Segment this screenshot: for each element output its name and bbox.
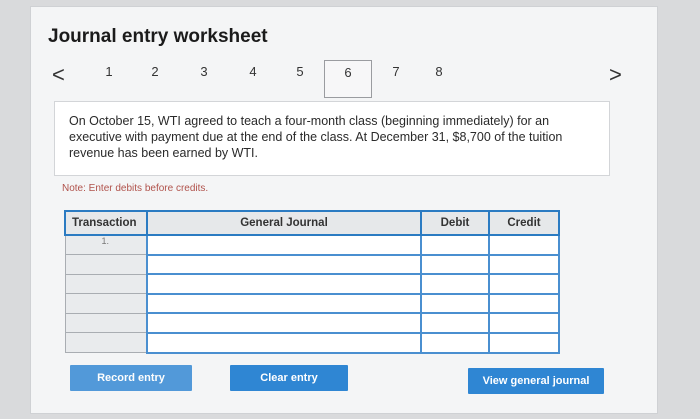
clear-entry-button[interactable]: Clear entry — [230, 365, 348, 391]
credit-input[interactable] — [488, 234, 560, 256]
credit-input[interactable] — [488, 331, 560, 354]
page-7[interactable]: 7 — [383, 64, 409, 79]
account-input[interactable] — [146, 234, 422, 256]
account-input[interactable] — [146, 253, 422, 276]
page-5[interactable]: 5 — [287, 64, 313, 79]
debit-input[interactable] — [420, 253, 490, 276]
page-6-active[interactable]: 6 — [324, 60, 372, 98]
debit-input[interactable] — [420, 331, 490, 354]
table-row — [64, 312, 560, 334]
table-row: 1. — [64, 234, 560, 256]
page-2[interactable]: 2 — [142, 64, 168, 79]
page-navigator: < 1 2 3 4 5 6 7 8 > — [0, 60, 700, 100]
record-entry-button[interactable]: Record entry — [70, 365, 192, 391]
credit-input[interactable] — [488, 292, 560, 315]
page-8[interactable]: 8 — [426, 64, 452, 79]
page-3[interactable]: 3 — [191, 64, 217, 79]
page-4[interactable]: 4 — [240, 64, 266, 79]
account-input[interactable] — [146, 331, 422, 354]
view-general-journal-button[interactable]: View general journal — [468, 368, 604, 394]
header-debit: Debit — [420, 210, 490, 236]
debit-input[interactable] — [420, 312, 490, 334]
debit-input[interactable] — [420, 292, 490, 315]
problem-text: On October 15, WTI agreed to teach a fou… — [69, 114, 563, 160]
debit-input[interactable] — [420, 273, 490, 295]
account-input[interactable] — [146, 292, 422, 315]
table-row — [64, 273, 560, 295]
credit-input[interactable] — [488, 312, 560, 334]
chevron-right-icon[interactable]: > — [609, 62, 622, 88]
account-input[interactable] — [146, 312, 422, 334]
entry-note: Note: Enter debits before credits. — [62, 183, 209, 194]
account-input[interactable] — [146, 273, 422, 295]
transaction-cell — [64, 254, 148, 275]
table-row — [64, 331, 560, 354]
table-row — [64, 253, 560, 276]
header-general-journal: General Journal — [146, 210, 422, 236]
transaction-cell — [64, 293, 148, 314]
header-transaction: Transaction — [64, 210, 148, 236]
journal-entry-table: Transaction General Journal Debit Credit… — [64, 210, 560, 354]
problem-description: On October 15, WTI agreed to teach a fou… — [54, 101, 610, 176]
credit-input[interactable] — [488, 253, 560, 276]
chevron-left-icon[interactable]: < — [52, 62, 65, 88]
transaction-cell — [64, 312, 148, 334]
transaction-cell — [64, 332, 148, 354]
transaction-cell — [64, 273, 148, 295]
page-1[interactable]: 1 — [96, 64, 122, 79]
debit-input[interactable] — [420, 234, 490, 256]
table-row — [64, 292, 560, 315]
transaction-cell: 1. — [64, 234, 148, 256]
header-credit: Credit — [488, 210, 560, 236]
credit-input[interactable] — [488, 273, 560, 295]
page-title: Journal entry worksheet — [48, 26, 268, 47]
